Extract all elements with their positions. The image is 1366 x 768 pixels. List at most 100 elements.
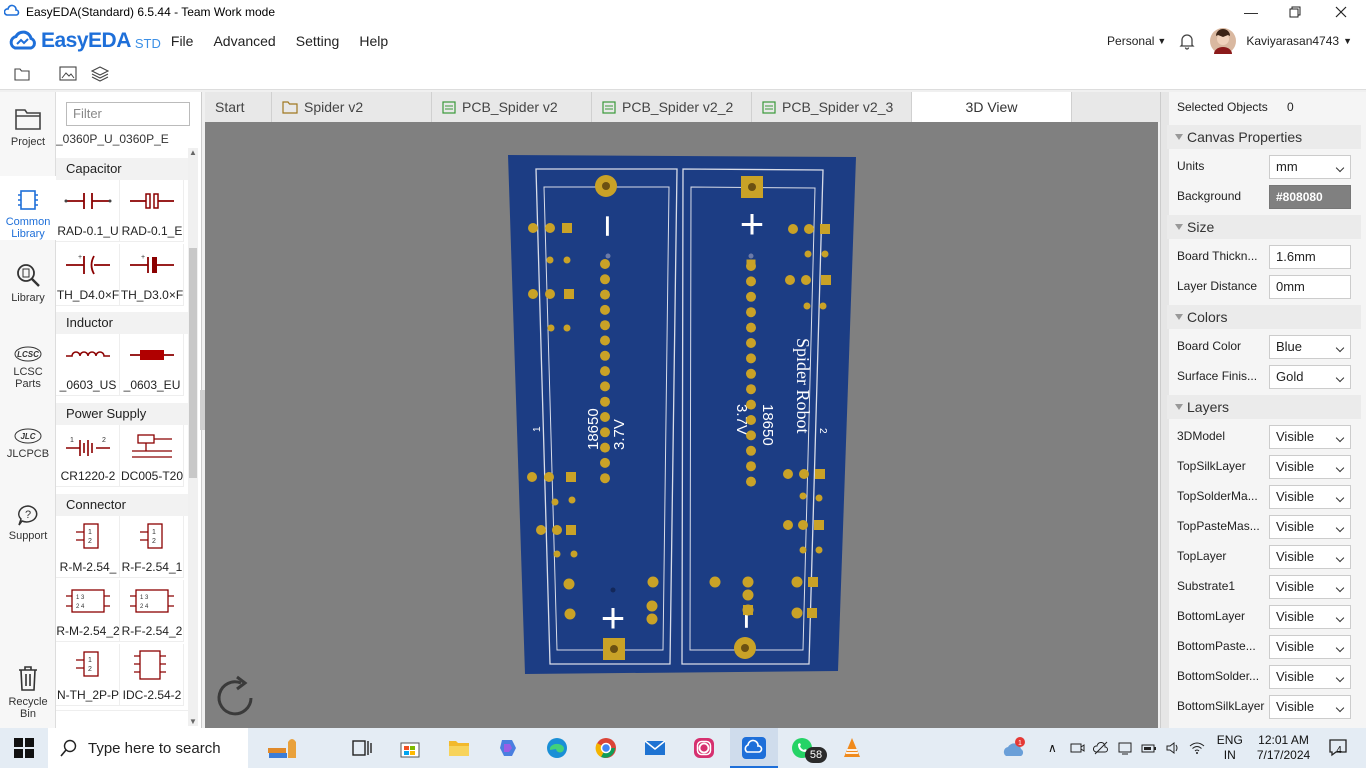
section-colors[interactable]: Colors bbox=[1167, 305, 1361, 329]
units-select[interactable]: mm bbox=[1269, 155, 1351, 179]
part-capacitor-3[interactable]: + TH_D4.0×F bbox=[56, 244, 120, 306]
part-connector-6[interactable]: IDC-2.54-2 bbox=[120, 644, 184, 706]
part-power-2[interactable]: DC005-T20 bbox=[120, 425, 184, 487]
category-connector[interactable]: Connector bbox=[56, 494, 188, 516]
surface-finish-select[interactable]: Gold bbox=[1269, 365, 1351, 389]
layer-visibility-select[interactable]: Visible bbox=[1269, 455, 1351, 479]
vlc-icon[interactable] bbox=[840, 736, 864, 760]
layer-visibility-select[interactable]: Visible bbox=[1269, 635, 1351, 659]
tab-3d-view[interactable]: 3D View bbox=[912, 92, 1072, 122]
part-connector-2[interactable]: 12 R-F-2.54_1 bbox=[120, 516, 184, 578]
layer-distance-input[interactable]: 0mm bbox=[1269, 275, 1351, 299]
chevron-down-icon: ▼ bbox=[1343, 36, 1352, 46]
part-connector-4[interactable]: 1 32 4 R-F-2.54_2 bbox=[120, 580, 184, 642]
library-scrollbar-thumb[interactable] bbox=[189, 248, 197, 478]
nav-jlcpcb[interactable]: JLC JLCPCB bbox=[0, 428, 56, 468]
layer-visibility-select[interactable]: Visible bbox=[1269, 575, 1351, 599]
board-color-select[interactable]: Blue bbox=[1269, 335, 1351, 359]
part-capacitor-1[interactable]: RAD-0.1_U bbox=[56, 180, 120, 242]
instagram-icon[interactable] bbox=[692, 736, 716, 760]
nav-project[interactable]: Project bbox=[0, 106, 56, 170]
3d-view-canvas[interactable]: − + + − 18650 3.7V 1 18650 3.7V Spider R… bbox=[205, 122, 1158, 728]
clock[interactable]: 12:01 AM 7/17/2024 bbox=[1257, 733, 1310, 763]
menu-help[interactable]: Help bbox=[359, 33, 388, 49]
battery-icon[interactable] bbox=[1141, 740, 1157, 756]
category-power-supply[interactable]: Power Supply bbox=[56, 403, 188, 425]
section-size[interactable]: Size bbox=[1167, 215, 1361, 239]
microsoft-store-icon[interactable] bbox=[398, 736, 422, 760]
layers-button[interactable] bbox=[88, 62, 112, 86]
speaker-icon[interactable] bbox=[1165, 740, 1181, 756]
chevron-up-icon[interactable]: ∧ bbox=[1048, 741, 1057, 755]
section-canvas-properties[interactable]: Canvas Properties bbox=[1167, 125, 1361, 149]
task-view-icon[interactable] bbox=[350, 736, 374, 760]
nav-support[interactable]: ? Support bbox=[0, 504, 56, 544]
part-capacitor-2[interactable]: RAD-0.1_E bbox=[120, 180, 184, 242]
taskbar-easyeda-active[interactable] bbox=[730, 728, 778, 768]
file-explorer-icon[interactable] bbox=[447, 736, 471, 760]
board-thickness-input[interactable]: 1.6mm bbox=[1269, 245, 1351, 269]
chrome-browser-icon[interactable] bbox=[594, 736, 618, 760]
maximize-button[interactable] bbox=[1272, 0, 1318, 24]
module-pad-square bbox=[821, 275, 831, 285]
part-inductor-2[interactable]: _0603_EU bbox=[120, 334, 184, 396]
idc-connector-icon bbox=[134, 650, 166, 680]
easyeda-logo[interactable]: EasyEDA STD bbox=[8, 29, 161, 53]
username[interactable]: Kaviyarasan4743 bbox=[1246, 34, 1339, 48]
tab-spider-v2[interactable]: Spider v2 bbox=[272, 92, 432, 122]
open-folder-button[interactable] bbox=[10, 62, 34, 86]
tab-pcb-spider-v2[interactable]: PCB_Spider v2 bbox=[432, 92, 592, 122]
camera-icon[interactable] bbox=[1069, 740, 1085, 756]
menu-file[interactable]: File bbox=[171, 33, 194, 49]
library-scrollbar[interactable]: ▲ ▼ bbox=[188, 148, 198, 726]
minimize-button[interactable]: — bbox=[1228, 0, 1274, 24]
books-widget-icon[interactable] bbox=[266, 734, 300, 762]
tab-pcb-spider-v2-2[interactable]: PCB_Spider v2_2 bbox=[592, 92, 752, 122]
tab-pcb-spider-v2-3[interactable]: PCB_Spider v2_3 bbox=[752, 92, 912, 122]
cloud-offline-icon[interactable] bbox=[1092, 740, 1109, 756]
part-power-1[interactable]: 12 CR1220-2 bbox=[56, 425, 120, 487]
section-layers[interactable]: Layers bbox=[1167, 395, 1361, 419]
part-connector-3[interactable]: 1 32 4 R-M-2.54_2 bbox=[56, 580, 120, 642]
category-inductor[interactable]: Inductor bbox=[56, 312, 188, 334]
pcb-3d-render[interactable]: − + + − 18650 3.7V 1 18650 3.7V Spider R… bbox=[205, 122, 1158, 728]
part-capacitor-4[interactable]: + TH_D3.0×F bbox=[120, 244, 184, 306]
layer-visibility-select[interactable]: Visible bbox=[1269, 545, 1351, 569]
taskbar-search[interactable]: Type here to search bbox=[48, 728, 248, 768]
menu-setting[interactable]: Setting bbox=[296, 33, 340, 49]
filter-input[interactable]: Filter bbox=[66, 102, 190, 126]
part-connector-1[interactable]: 12 R-M-2.54_ bbox=[56, 516, 120, 578]
layer-visibility-select[interactable]: Visible bbox=[1269, 485, 1351, 509]
mail-icon[interactable] bbox=[643, 736, 667, 760]
layer-visibility-select[interactable]: Visible bbox=[1269, 695, 1351, 719]
background-color-field[interactable]: #808080 bbox=[1269, 185, 1351, 209]
part-inductor-1[interactable]: _0603_US bbox=[56, 334, 120, 396]
nav-common-library[interactable]: Common Library bbox=[0, 176, 56, 240]
category-capacitor[interactable]: Capacitor bbox=[56, 158, 188, 180]
layer-visibility-select[interactable]: Visible bbox=[1269, 515, 1351, 539]
reset-view-icon[interactable] bbox=[211, 674, 261, 724]
bell-icon[interactable] bbox=[1178, 32, 1196, 50]
display-icon[interactable] bbox=[1117, 740, 1133, 756]
tab-start[interactable]: Start bbox=[205, 92, 272, 122]
layer-visibility-select[interactable]: Visible bbox=[1269, 425, 1351, 449]
wifi-icon[interactable] bbox=[1189, 740, 1205, 756]
plan-dropdown[interactable]: Personal bbox=[1107, 34, 1154, 48]
edge-browser-icon[interactable] bbox=[545, 736, 569, 760]
layer-visibility-select[interactable]: Visible bbox=[1269, 665, 1351, 689]
avatar[interactable] bbox=[1210, 28, 1237, 54]
nav-library[interactable]: Library bbox=[0, 262, 56, 312]
close-window-button[interactable] bbox=[1318, 0, 1364, 24]
layer-visibility-select[interactable]: Visible bbox=[1269, 605, 1351, 629]
weather-icon[interactable]: 1 bbox=[1000, 734, 1028, 762]
import-button[interactable] bbox=[56, 62, 80, 86]
copilot-icon[interactable] bbox=[496, 736, 520, 760]
notifications-button[interactable]: 4 bbox=[1328, 737, 1350, 759]
windows-start-icon[interactable] bbox=[14, 738, 34, 758]
nav-lcsc-parts[interactable]: LCSC LCSC Parts bbox=[0, 346, 56, 396]
language-indicator[interactable]: ENG IN bbox=[1217, 733, 1243, 763]
bottom-pad-square bbox=[743, 605, 753, 615]
nav-recycle-bin[interactable]: Recycle Bin bbox=[0, 664, 56, 720]
menu-advanced[interactable]: Advanced bbox=[213, 33, 275, 49]
part-connector-5[interactable]: 12 N-TH_2P-P bbox=[56, 644, 120, 706]
